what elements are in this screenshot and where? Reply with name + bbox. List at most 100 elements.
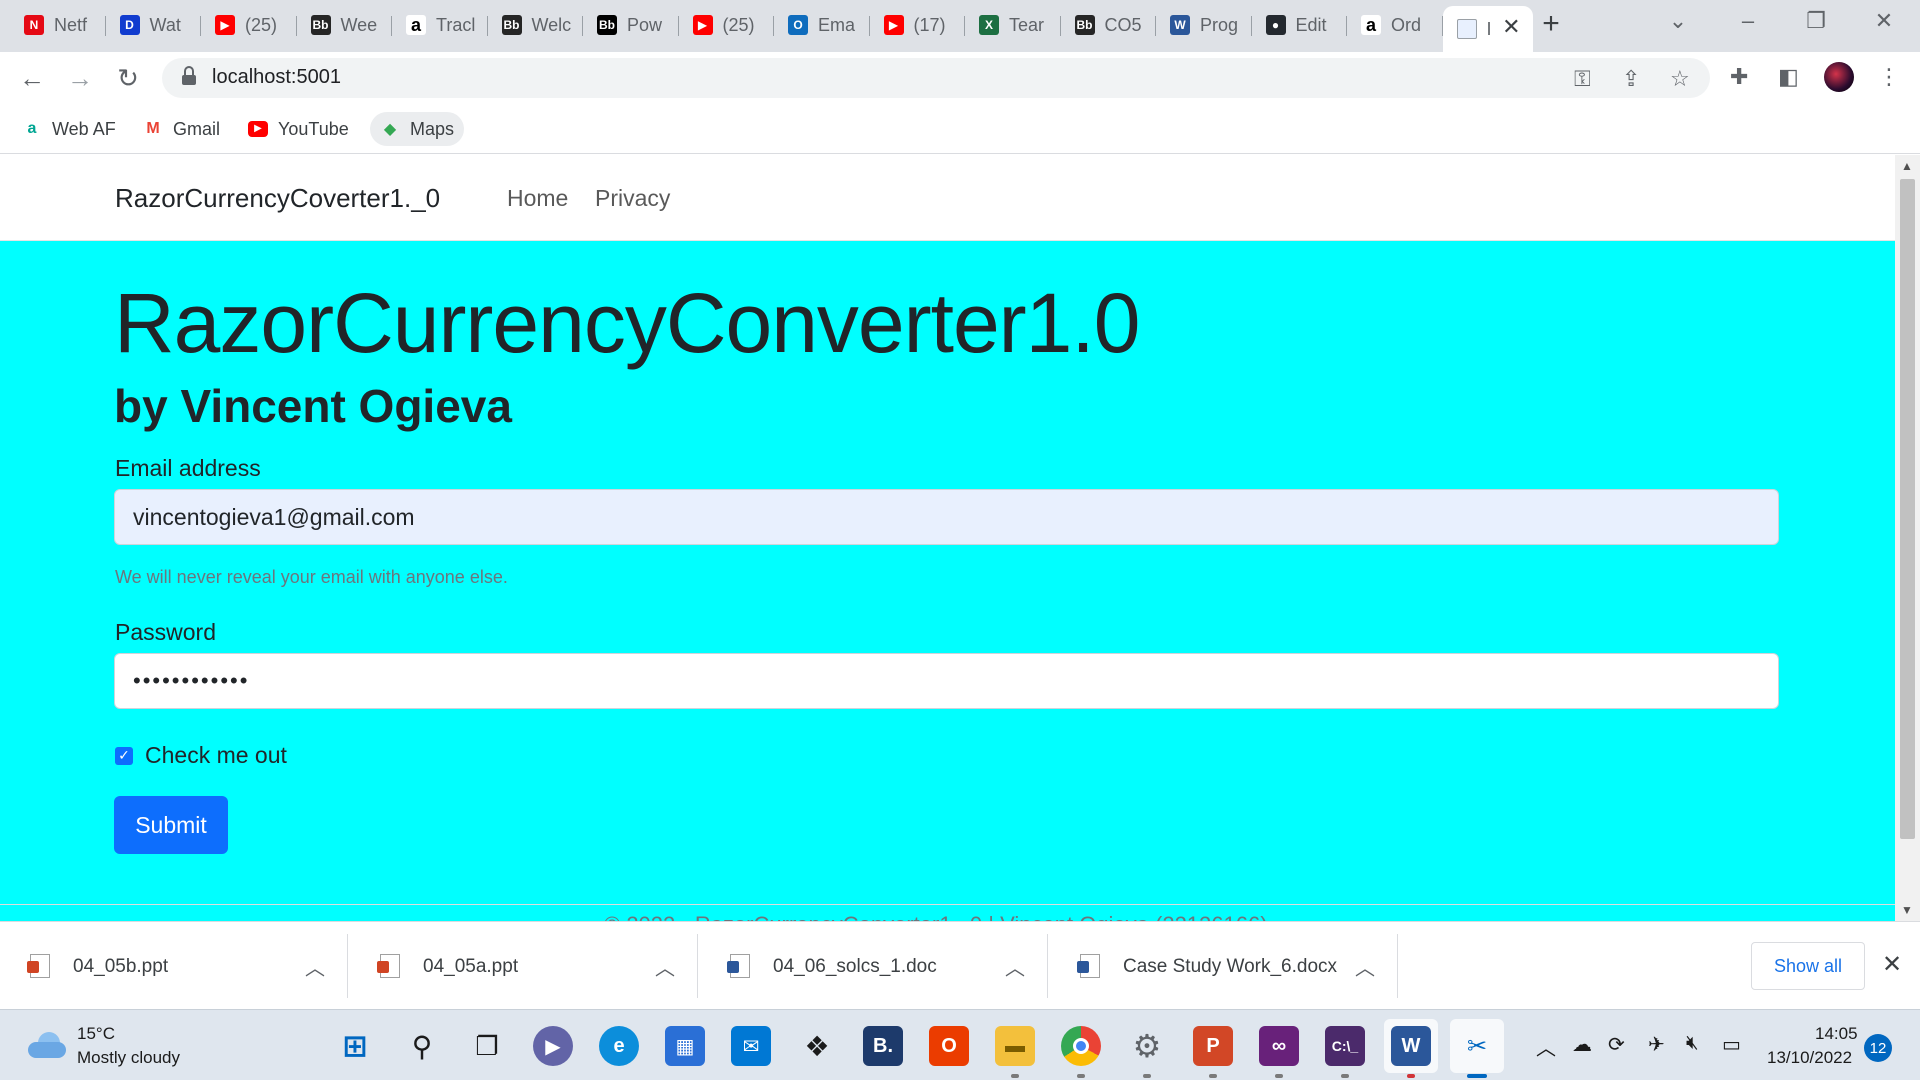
browser-tab[interactable]: Bb Welc (488, 6, 583, 44)
word-taskbar-slot[interactable]: W (1384, 1019, 1438, 1073)
cloud-weather-icon[interactable] (28, 1032, 66, 1058)
submit-button[interactable]: Submit (114, 796, 228, 854)
visual-studio-icon[interactable]: ∞ (1259, 1026, 1299, 1066)
snipping-tool-icon[interactable]: ✂ (1450, 1019, 1504, 1073)
browser-tab[interactable]: D Wat (106, 6, 201, 44)
browser-tab[interactable]: I ✕ (1442, 6, 1533, 52)
windows-start-icon[interactable]: ⊞ (335, 1026, 375, 1066)
close-downloads-icon[interactable]: ✕ (1882, 950, 1902, 979)
browser-tab[interactable]: a Tracl (392, 6, 488, 44)
browser-tab[interactable]: ▶ (17) (870, 6, 965, 44)
browser-tab[interactable]: ▶ (25) (201, 6, 297, 44)
battery-icon[interactable]: ▭ (1722, 1032, 1741, 1057)
bookmark-maps[interactable]: ◆ Maps (370, 112, 465, 146)
tab-title[interactable]: Edit (1296, 15, 1327, 36)
browser-tab[interactable]: O Ema (774, 6, 870, 44)
bookmark-gmail[interactable]: M Gmail (133, 112, 230, 146)
tab-title[interactable]: Tracl (436, 15, 475, 36)
chrome-icon[interactable] (1061, 1026, 1101, 1066)
notification-badge[interactable]: 12 (1864, 1034, 1892, 1062)
back-arrow-icon[interactable]: ← (16, 62, 48, 94)
tab-title[interactable]: (25) (245, 15, 277, 36)
address-bar[interactable]: localhost:5001 ⚿ ⇪ ☆ (162, 58, 1710, 98)
checkbox-label[interactable]: Check me out (145, 742, 287, 769)
side-panel-icon[interactable]: ◧ (1778, 64, 1799, 90)
bookmark-star-icon[interactable]: ☆ (1670, 66, 1690, 92)
tab-title[interactable]: (25) (723, 15, 755, 36)
tab-title[interactable]: Welc (532, 15, 572, 36)
download-filename[interactable]: 04_05b.ppt (73, 956, 168, 978)
tray-chevron-up-icon[interactable]: ︿ (1536, 1032, 1556, 1061)
tab-title[interactable]: Ord (1391, 15, 1421, 36)
tab-title[interactable]: CO5 (1105, 15, 1142, 36)
airplane-mode-icon[interactable]: ✈ (1648, 1032, 1665, 1057)
scroll-up-icon[interactable]: ▲ (1901, 159, 1913, 173)
sync-icon[interactable]: ⟳ (1608, 1032, 1625, 1057)
clock-time[interactable]: 14:05 (1815, 1024, 1858, 1044)
tab-title[interactable]: Ema (818, 15, 855, 36)
new-tab-button[interactable]: + (1536, 9, 1566, 40)
minimize-icon[interactable]: – (1728, 8, 1768, 34)
tab-title[interactable]: Tear (1009, 15, 1044, 36)
dropbox-icon[interactable]: ❖ (797, 1026, 837, 1066)
browser-tab[interactable]: N Netf (10, 6, 106, 44)
forward-arrow-icon[interactable]: → (64, 62, 96, 94)
scroll-down-icon[interactable]: ▼ (1901, 903, 1913, 917)
restore-icon[interactable]: ❐ (1796, 8, 1836, 34)
volume-muted-icon[interactable]: 🔇︎ (1686, 1032, 1699, 1055)
lock-icon[interactable] (182, 66, 196, 85)
download-item[interactable]: 04_05a.ppt ︿ (350, 934, 698, 998)
nav-privacy-link[interactable]: Privacy (595, 185, 670, 212)
file-explorer-icon[interactable]: ▬ (995, 1026, 1035, 1066)
window-close-icon[interactable]: ✕ (1864, 8, 1904, 34)
chevron-up-icon[interactable]: ︿ (305, 952, 325, 981)
search-icon[interactable]: ⚲ (402, 1026, 442, 1066)
profile-avatar[interactable] (1824, 62, 1854, 92)
chevron-up-icon[interactable]: ︿ (1355, 952, 1375, 981)
chevron-up-icon[interactable]: ︿ (1005, 952, 1025, 981)
download-item[interactable]: 04_06_solcs_1.doc ︿ (700, 934, 1048, 998)
browser-tab[interactable]: a Ord (1347, 6, 1443, 44)
task-view-icon[interactable]: ❐ (467, 1026, 507, 1066)
browser-tab[interactable]: X Tear (965, 6, 1061, 44)
reload-icon[interactable]: ↻ (112, 62, 144, 94)
show-all-downloads-button[interactable]: Show all (1751, 942, 1865, 990)
check-me-out-checkbox[interactable]: ✓ (115, 746, 133, 765)
clock-date[interactable]: 13/10/2022 (1767, 1048, 1852, 1068)
menu-kebab-icon[interactable]: ⋮ (1878, 64, 1900, 90)
booking-icon[interactable]: B. (863, 1026, 903, 1066)
tab-close-icon[interactable]: ✕ (1502, 14, 1520, 40)
download-item[interactable]: 04_05b.ppt ︿ (0, 934, 348, 998)
microsoft-store-icon[interactable]: ▦ (665, 1026, 705, 1066)
browser-tab[interactable]: ▶ (25) (679, 6, 774, 44)
chat-icon[interactable]: ▶ (533, 1026, 573, 1066)
download-filename[interactable]: Case Study Work_6.docx (1123, 956, 1337, 978)
browser-tab[interactable]: W Prog (1156, 6, 1252, 44)
bookmark-youtube[interactable]: ▶ YouTube (238, 112, 359, 146)
navbar-brand[interactable]: RazorCurrencyCoverter1._0 (115, 183, 440, 214)
browser-tab[interactable]: Bb Wee (297, 6, 392, 44)
share-icon[interactable]: ⇪ (1622, 66, 1640, 92)
download-filename[interactable]: 04_06_solcs_1.doc (773, 956, 937, 978)
onedrive-cloud-icon[interactable]: ☁ (1572, 1032, 1592, 1057)
chevron-up-icon[interactable]: ︿ (655, 952, 675, 981)
office-icon[interactable]: O (929, 1026, 969, 1066)
tab-search-icon[interactable]: ⌄ (1658, 8, 1698, 34)
mail-icon[interactable]: ✉ (731, 1026, 771, 1066)
tab-title[interactable]: Wat (150, 15, 181, 36)
tab-title[interactable]: I (1487, 19, 1492, 40)
email-field[interactable]: vincentogieva1@gmail.com (114, 489, 1779, 545)
weather-description[interactable]: Mostly cloudy (77, 1048, 180, 1068)
tab-title[interactable]: Wee (341, 15, 378, 36)
scroll-thumb[interactable] (1900, 179, 1915, 839)
remember-checkbox-row[interactable]: ✓ Check me out (115, 742, 287, 769)
key-icon[interactable]: ⚿ (1574, 66, 1591, 92)
terminal-icon[interactable]: C:\_ (1325, 1026, 1365, 1066)
password-field[interactable]: •••••••••••• (114, 653, 1779, 709)
tab-title[interactable]: Netf (54, 15, 87, 36)
settings-gear-icon[interactable]: ⚙ (1127, 1026, 1167, 1066)
browser-tab[interactable]: Bb CO5 (1061, 6, 1156, 44)
download-item[interactable]: Case Study Work_6.docx ︿ (1050, 934, 1398, 998)
powerpoint-icon[interactable]: P (1193, 1026, 1233, 1066)
download-filename[interactable]: 04_05a.ppt (423, 956, 518, 978)
